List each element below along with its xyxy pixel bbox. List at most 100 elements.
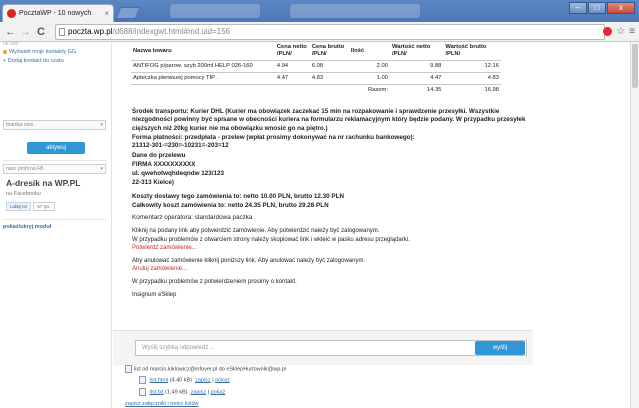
save-link[interactable]: zapisz	[191, 389, 207, 395]
col-header: Ilość	[350, 48, 365, 54]
cell: ANTIFOG p/parow. szyb 200ml HELP 026-160	[131, 60, 275, 73]
blurred-region	[170, 4, 260, 18]
attachment-name[interactable]: list.html	[150, 377, 169, 383]
company-street: ul. qwehotwqhdeqndw 123/123	[132, 170, 225, 177]
sum-netto: 14.35	[389, 84, 444, 96]
browser-toolbar: ← → C poczta.wp.pl/d688/indexgwt.html#md…	[0, 22, 639, 42]
sms-gate-select[interactable]: bramka sms ▾	[3, 120, 106, 130]
table-sum-row: Razem: 14.35 16.98	[131, 84, 501, 96]
cancel-order-link[interactable]: Anuluj zamówienie...	[132, 265, 527, 273]
company-city: 22-313 Kielce)	[132, 179, 175, 186]
col-header: Cena brutto /PLN/	[311, 44, 345, 57]
gg-contacts-link[interactable]: Wyświetl moje kontakty GG	[3, 49, 76, 55]
fb-like-widget: Lubię to! 57 tys.	[6, 202, 55, 211]
cell: 9.88	[389, 60, 444, 73]
confirm-order-link[interactable]: Potwierdź zamówienie...	[132, 244, 527, 252]
save-all-link[interactable]: zapisz załączniki i treści listów	[125, 401, 199, 407]
fb-profile-value: nasz profil na FB	[6, 166, 44, 172]
table-header-row: Nazwa towaru Cena netto /PLN/ Cena brutt…	[131, 42, 501, 61]
reload-icon[interactable]: C	[37, 25, 45, 39]
contact-line: W przypadku problemów z potwierdzeniem p…	[132, 279, 297, 285]
fb-profile-select[interactable]: nasz profil na FB ▾	[3, 164, 106, 174]
file-icon	[139, 376, 146, 384]
confirm-instruction-text: Kliknij na podany link aby potwierdzić z…	[132, 228, 380, 234]
close-window-button[interactable]: x	[607, 2, 635, 14]
chevron-down-icon: ▾	[100, 122, 103, 128]
transfer-label: Dane do przelewu	[132, 152, 186, 159]
sum-brutto: 16.98	[443, 84, 501, 96]
total-cost: Całkowity koszt zamówienia to: netto 24.…	[132, 202, 329, 209]
save-all-row: zapisz załączniki i treści listów	[125, 401, 199, 407]
company-name: FIRMA XXXXXXXXXX	[132, 161, 196, 168]
url-host: poczta.wp.pl	[68, 27, 113, 36]
attachment-icon	[125, 365, 132, 373]
attachment-name[interactable]: list.txt	[150, 389, 164, 395]
add-contact-link[interactable]: + Dodaj kontakt do czatu	[3, 58, 64, 64]
extension-icon[interactable]	[603, 27, 613, 36]
transport-info: Środek transportu: Kurier DHL (Kurier ma…	[132, 108, 526, 132]
table-row: ANTIFOG p/parow. szyb 200ml HELP 026-160…	[131, 60, 501, 73]
attachment-row: list.txt (1.49 kB) zapisz | pokaż	[139, 388, 225, 396]
chevron-down-icon: ▾	[100, 166, 103, 172]
browser-titlebar: PocztaWP - 10 nowych × – □ x	[0, 0, 639, 22]
confirm-instruction: Kliknij na podany link aby potwierdzić z…	[132, 227, 527, 235]
attachment-size: (4.40 kB)	[169, 377, 193, 384]
cut-off-text: ne ooo	[3, 41, 19, 47]
bookmark-star-icon[interactable]: ☆	[616, 25, 625, 38]
save-link[interactable]: zapisz	[195, 377, 211, 383]
fb-like-button[interactable]: Lubię to!	[6, 202, 32, 211]
show-link[interactable]: pokaż	[211, 389, 226, 395]
scrollbar[interactable]	[630, 42, 639, 408]
attachment-size: (1.49 kB)	[165, 389, 188, 396]
quick-reply-input[interactable]: Wyślij szybką odpowiedź ...	[135, 340, 527, 356]
col-header: Wartość netto /PLN/	[391, 44, 431, 57]
gg-icon	[3, 49, 7, 54]
tab-close-icon[interactable]: ×	[104, 5, 109, 22]
browser-tab[interactable]: PocztaWP - 10 nowych ×	[2, 4, 114, 22]
send-button[interactable]: wyślij	[475, 341, 525, 355]
cell: Apteczka pierwszej pomocy TIP .	[131, 72, 275, 85]
cell: 4.47	[389, 72, 444, 85]
menu-icon[interactable]: ≡	[629, 25, 635, 38]
back-arrow-icon[interactable]: ←	[5, 25, 16, 39]
file-icon	[139, 388, 146, 396]
cell: 4.47	[274, 72, 310, 85]
separator: |	[207, 389, 210, 396]
signature: Insignum eSklep	[132, 292, 177, 298]
operator-comment: Komentarz operatora: standardowa paczka	[132, 214, 253, 221]
order-table: Nazwa towaru Cena netto /PLN/ Cena brutt…	[131, 42, 501, 96]
wp-favicon-icon	[7, 9, 16, 18]
promo-title: A-dresik na WP.PL	[6, 178, 81, 188]
col-header: Wartość brutto /PLN/	[445, 44, 487, 57]
blurred-region	[290, 4, 420, 18]
bank-account: 21312-301-=230=-10231=-203=12	[132, 142, 229, 149]
col-header: Cena netto /PLN/	[276, 44, 307, 57]
col-header: Nazwa towaru	[133, 48, 172, 54]
maximize-button[interactable]: □	[588, 2, 606, 14]
left-panel: ne ooo Wyświetl moje kontakty GG + Dodaj…	[0, 41, 112, 408]
show-link[interactable]: pokaż	[215, 377, 230, 383]
attachment-header-text: list od marcin.kiklowicz@infover.pl do e…	[134, 366, 287, 373]
address-bar[interactable]: poczta.wp.pl/d688/indexgwt.html#md.uid=1…	[55, 24, 605, 40]
attachment-row: list.html (4.40 kB) zapisz | pokaż	[139, 376, 230, 384]
toggle-module-link[interactable]: pokaż/ukryj moduł	[3, 224, 51, 230]
promo-subtitle: na Facebooku	[6, 191, 41, 197]
gg-contacts-label: Wyświetl moje kontakty GG	[9, 49, 77, 55]
url-path: /d688/indexgwt.html#md.uid=156	[112, 27, 231, 36]
attachment-header: list od marcin.kiklowicz@infover.pl do e…	[125, 365, 286, 373]
minimize-button[interactable]: –	[569, 2, 587, 14]
scrollbar-thumb[interactable]	[632, 44, 638, 88]
cell: 4.83	[309, 72, 349, 85]
tab-title: PocztaWP - 10 nowych	[19, 10, 92, 17]
new-tab-button[interactable]	[115, 7, 141, 19]
forward-arrow-icon[interactable]: →	[20, 25, 31, 39]
activate-button[interactable]: aktywuj	[27, 142, 85, 154]
cell: 2.00	[348, 60, 390, 73]
window-controls: – □ x	[568, 2, 635, 14]
page-icon	[59, 28, 65, 36]
divider	[3, 160, 107, 161]
divider	[3, 219, 107, 220]
table-row: Apteczka pierwszej pomocy TIP . 4.47 4.8…	[131, 72, 501, 85]
cell: 6.08	[309, 60, 349, 73]
cell: 4.83	[443, 72, 501, 85]
